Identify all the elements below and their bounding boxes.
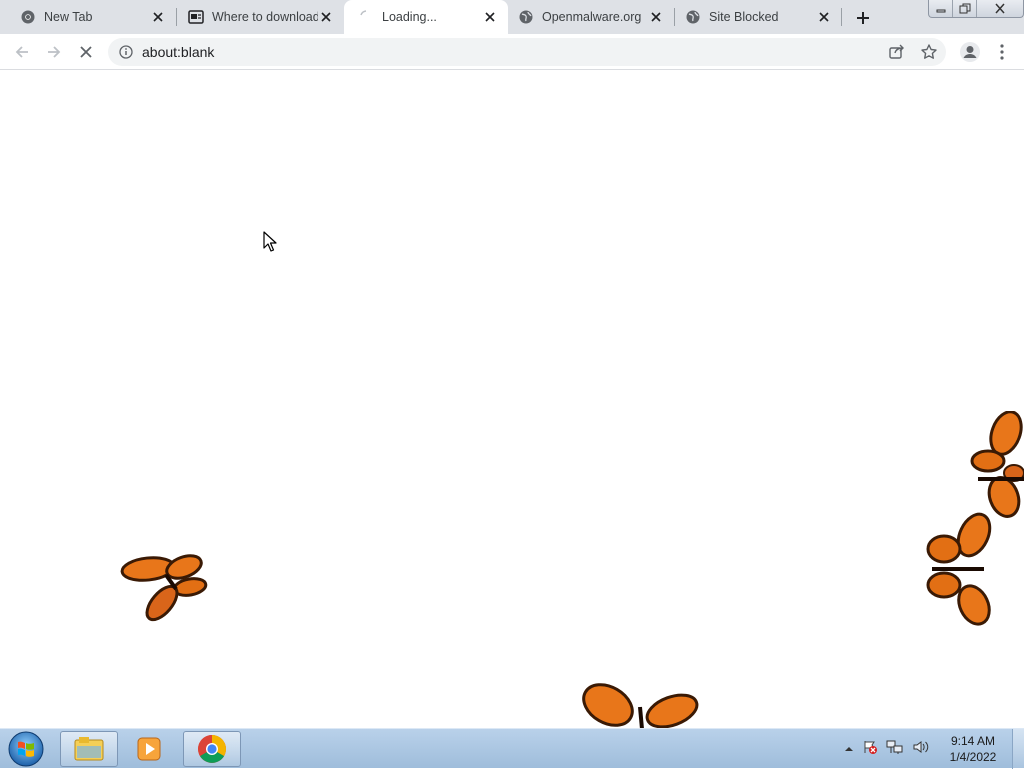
profile-avatar-icon [960,42,980,62]
system-clock[interactable]: 9:14 AM 1/4/2022 [940,733,1006,765]
menu-button[interactable] [990,40,1014,64]
close-tab-icon[interactable] [482,9,498,25]
close-tab-icon[interactable] [150,9,166,25]
bookmark-star-icon[interactable] [920,43,938,61]
back-button[interactable] [10,40,34,64]
butterfly-icon [120,554,208,622]
back-arrow-icon [15,46,28,58]
media-player-icon [137,737,161,761]
tab-divider [841,8,842,26]
network-icon[interactable] [886,739,904,760]
butterfly-icon [582,683,699,728]
tab-site-blocked[interactable]: Site Blocked [676,0,842,34]
stop-loading-button[interactable] [74,40,98,64]
close-window-button[interactable] [977,0,1023,17]
share-icon[interactable] [888,43,906,61]
info-icon[interactable] [118,44,134,60]
windows-start-orb-icon [8,731,44,767]
tab-new-tab[interactable]: New Tab [0,0,176,34]
window-controls [928,0,1024,18]
globe-icon [518,9,534,25]
taskbar-file-explorer[interactable] [60,731,118,767]
mouse-cursor-icon [263,231,277,252]
forward-button[interactable] [42,40,66,64]
globe-icon [685,9,701,25]
browser-toolbar: about:blank [0,34,1024,70]
clock-date: 1/4/2022 [949,750,997,764]
minimize-button[interactable] [929,0,953,17]
close-tab-icon[interactable] [318,9,334,25]
show-desktop-button[interactable] [1012,729,1024,769]
clock-time: 9:14 AM [950,734,996,748]
system-tray [840,729,934,769]
taskbar-media-player[interactable] [120,731,178,767]
address-bar[interactable]: about:blank [108,38,946,66]
butterfly-icon [970,411,1024,518]
stop-icon [80,46,92,58]
more-vert-icon [1000,44,1004,60]
site-icon [188,9,204,25]
loading-spinner-icon [358,9,374,25]
tab-title: Where to download [212,10,318,24]
tab-title: Openmalware.org [542,10,642,24]
tab-strip: New Tab Where to download Loading... Ope… [0,0,1024,34]
tab-title: Site Blocked [709,10,779,24]
restore-button[interactable] [953,0,977,17]
tab-title: Loading... [382,10,437,24]
chrome-icon [198,735,226,763]
show-hidden-icons-icon[interactable] [844,740,854,758]
start-button[interactable] [6,730,46,768]
tab-loading[interactable]: Loading... [344,0,508,34]
chrome-icon [20,9,36,25]
action-center-flag-icon[interactable] [862,739,878,760]
plus-icon [857,12,869,24]
tab-where-to-download[interactable]: Where to download [168,0,344,34]
url-text[interactable]: about:blank [142,44,214,60]
file-explorer-icon [74,737,104,761]
close-tab-icon[interactable] [816,9,832,25]
volume-icon[interactable] [912,739,930,760]
close-tab-icon[interactable] [648,9,664,25]
tab-title: New Tab [44,10,93,24]
windows-taskbar: 9:14 AM 1/4/2022 [0,728,1024,769]
profile-button[interactable] [958,40,982,64]
page-content [0,71,1024,728]
tab-divider [674,8,675,26]
forward-arrow-icon [48,46,61,58]
new-tab-button[interactable] [852,7,874,29]
tab-openmalware[interactable]: Openmalware.org [508,0,674,34]
taskbar-chrome[interactable] [183,731,241,767]
butterfly-icon [926,512,992,626]
